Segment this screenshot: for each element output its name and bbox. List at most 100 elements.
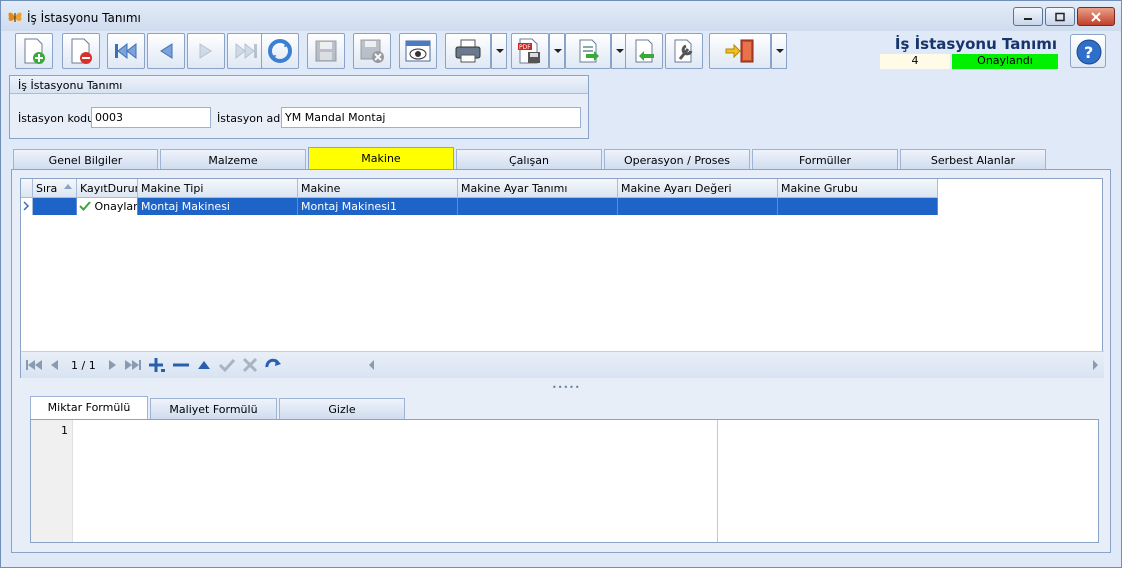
new-document-icon — [24, 38, 45, 64]
save-close-icon — [360, 39, 384, 63]
nav-refresh-icon[interactable] — [264, 357, 282, 373]
tab-operasyon-proses[interactable]: Operasyon / Proses — [604, 149, 750, 170]
station-code-input[interactable] — [91, 107, 211, 128]
station-group-header: İş İstasyonu Tanımı — [10, 76, 588, 94]
previous-record-button[interactable] — [147, 33, 185, 69]
column-header-makine-ayar-tanimi[interactable]: Makine Ayar Tanımı — [458, 179, 618, 198]
pdf-button[interactable]: PDF — [511, 33, 549, 69]
nav-cancel-icon[interactable] — [242, 357, 258, 373]
editor-divider[interactable] — [717, 420, 718, 542]
help-button[interactable]: ? — [1070, 34, 1106, 68]
tab-miktar-formulu[interactable]: Miktar Formülü — [30, 396, 148, 421]
station-code-label: İstasyon kodu — [18, 112, 95, 125]
nav-first-icon[interactable] — [25, 358, 43, 372]
exit-button[interactable] — [709, 33, 771, 69]
svg-text:PDF: PDF — [519, 44, 531, 51]
panel-splitter[interactable]: ••••• — [20, 382, 1103, 392]
tab-calisan[interactable]: Çalışan — [456, 149, 602, 170]
tab-malzeme[interactable]: Malzeme — [160, 149, 306, 170]
first-record-button[interactable] — [107, 33, 145, 69]
previous-record-icon — [160, 43, 173, 59]
line-number-gutter: 1 — [31, 420, 73, 542]
export-button[interactable] — [565, 33, 611, 69]
minimize-button[interactable] — [1013, 7, 1043, 26]
formula-editor[interactable]: 1 — [30, 419, 1099, 543]
print-button[interactable] — [445, 33, 491, 69]
station-name-label: İstasyon adı — [217, 112, 284, 125]
makine-tab-panel: Sıra KayıtDurum Makine Tipi Makine Makin… — [11, 169, 1111, 553]
close-button[interactable] — [1077, 7, 1115, 26]
preview-icon — [405, 40, 431, 62]
delete-button[interactable] — [62, 33, 100, 69]
toolbar: PDF — [15, 33, 795, 69]
station-name-input[interactable] — [281, 107, 581, 128]
tab-genel-bilgiler[interactable]: Genel Bilgiler — [13, 149, 158, 170]
last-record-button[interactable] — [227, 33, 265, 69]
cell-makine-ayar-tanimi[interactable] — [458, 198, 618, 215]
cell-makine-ayari-degeri[interactable] — [618, 198, 778, 215]
nav-last-icon[interactable] — [124, 358, 142, 372]
nav-remove-icon[interactable] — [172, 357, 190, 373]
tab-maliyet-formulu[interactable]: Maliyet Formülü — [150, 398, 277, 419]
pdf-dropdown[interactable] — [549, 33, 565, 69]
tab-makine[interactable]: Makine — [308, 147, 454, 170]
check-icon — [79, 201, 91, 211]
nav-up-icon[interactable] — [196, 357, 212, 373]
line-number: 1 — [61, 424, 68, 437]
save-icon — [315, 40, 337, 62]
import-button[interactable] — [625, 33, 663, 69]
nav-next-icon[interactable] — [108, 358, 118, 372]
window-title: İş İstasyonu Tanımı — [27, 11, 141, 25]
tools-button[interactable] — [665, 33, 703, 69]
scroll-left-icon[interactable] — [369, 360, 374, 370]
tab-serbest-alanlar[interactable]: Serbest Alanlar — [900, 149, 1046, 170]
nav-confirm-icon[interactable] — [218, 357, 236, 373]
tab-gizle[interactable]: Gizle — [279, 398, 405, 419]
column-header-sira[interactable]: Sıra — [33, 179, 77, 198]
cell-kayitdurum[interactable]: Onaylar — [77, 198, 138, 215]
column-header-makine-grubu[interactable]: Makine Grubu — [778, 179, 938, 198]
cell-makine[interactable]: Montaj Makinesi1 — [298, 198, 458, 215]
machine-grid[interactable]: Sıra KayıtDurum Makine Tipi Makine Makin… — [20, 178, 1104, 378]
column-header-makine-tipi[interactable]: Makine Tipi — [138, 179, 298, 198]
minimize-icon — [1024, 17, 1032, 20]
table-row[interactable]: Onaylar Montaj Makinesi Montaj Makinesi1 — [21, 198, 938, 215]
document-title: İş İstasyonu Tanımı — [894, 35, 1057, 53]
column-header-kayitdurum[interactable]: KayıtDurum — [77, 179, 138, 198]
first-record-icon — [115, 42, 137, 60]
last-record-icon — [235, 42, 257, 60]
main-window: İş İstasyonu Tanımı PDF İş İstasyonu Tan… — [0, 0, 1122, 568]
next-record-button[interactable] — [187, 33, 225, 69]
refresh-button[interactable] — [261, 33, 299, 69]
sort-ascending-icon — [64, 184, 72, 189]
cell-makine-grubu[interactable] — [778, 198, 938, 215]
scroll-right-icon[interactable] — [1093, 360, 1098, 370]
cell-sira[interactable] — [33, 198, 77, 215]
help-icon: ? — [1076, 39, 1102, 65]
save-button[interactable] — [307, 33, 345, 69]
preview-button[interactable] — [399, 33, 437, 69]
title-bar: İş İstasyonu Tanımı — [1, 1, 1121, 31]
nav-prev-icon[interactable] — [49, 358, 59, 372]
tools-icon — [674, 39, 693, 63]
column-header-makine[interactable]: Makine — [298, 179, 458, 198]
svg-text:?: ? — [1084, 43, 1093, 62]
nav-add-icon[interactable] — [148, 357, 166, 373]
column-header-makine-ayari-degeri[interactable]: Makine Ayarı Değeri — [618, 179, 778, 198]
grid-navigator: 1 / 1 — [21, 351, 1104, 378]
close-icon — [1091, 11, 1101, 22]
tab-formuller[interactable]: Formüller — [752, 149, 898, 170]
exit-dropdown[interactable] — [771, 33, 787, 69]
print-icon — [455, 39, 481, 63]
row-indicator-header — [21, 179, 33, 198]
status-badge: Onaylandı — [952, 54, 1058, 69]
cell-makine-tipi[interactable]: Montaj Makinesi — [138, 198, 298, 215]
pager-text: 1 / 1 — [71, 358, 96, 372]
row-indicator — [21, 198, 33, 215]
maximize-button[interactable] — [1045, 7, 1075, 26]
print-dropdown[interactable] — [491, 33, 507, 69]
import-icon — [635, 39, 654, 63]
save-close-button[interactable] — [353, 33, 391, 69]
new-button[interactable] — [15, 33, 53, 69]
refresh-icon — [268, 39, 292, 63]
